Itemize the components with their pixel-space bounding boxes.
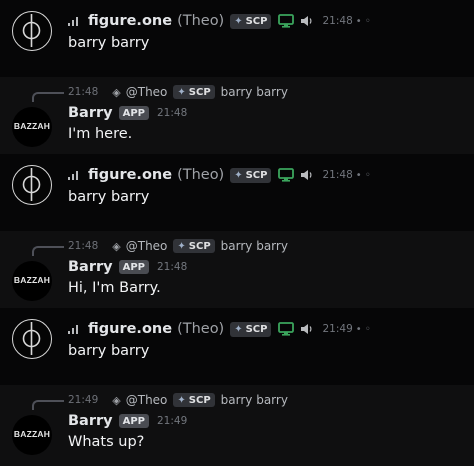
timestamp: 21:49: [157, 415, 188, 427]
username[interactable]: figure.one: [88, 321, 172, 337]
timestamp: 21:48: [322, 15, 353, 27]
monitor-icon: [278, 14, 295, 28]
nickname: (Theo): [177, 167, 225, 183]
guild-tag[interactable]: ✦ SCP: [230, 167, 272, 183]
nickname: (Theo): [177, 321, 225, 337]
avatar[interactable]: BAZZAH: [12, 415, 52, 455]
guild-tag[interactable]: ✦ SCP: [173, 239, 215, 253]
app-badge: APP: [118, 106, 149, 120]
monitor-icon: [278, 168, 295, 182]
guild-tag-label: SCP: [188, 86, 211, 98]
message-content: I'm here.: [68, 126, 133, 142]
speaker-icon: [301, 170, 312, 180]
message-item[interactable]: 21:49 ◈ @Theo ✦ SCP barry barry BAZZAH Ba…: [0, 385, 474, 466]
avatar[interactable]: BAZZAH: [12, 261, 52, 301]
signal-bars-icon: [68, 170, 80, 180]
reply-timestamp: 21:48: [68, 240, 99, 252]
signal-bars-icon: [68, 324, 80, 334]
message-item[interactable]: figure.one (Theo) ✦ SCP 21:49 • ◦ barry b…: [0, 308, 474, 385]
timestamp: 21:48: [157, 261, 188, 273]
reply-mention[interactable]: @Theo: [126, 393, 168, 407]
diamond-gem-icon: ✦: [234, 169, 243, 181]
username[interactable]: Barry: [68, 413, 113, 429]
figure-logo-icon: [22, 168, 41, 201]
reply-preview[interactable]: 21:48 ◈ @Theo ✦ SCP barry barry: [32, 238, 288, 254]
reply-diamond-icon: ◈: [112, 239, 121, 253]
reply-preview[interactable]: 21:48 ◈ @Theo ✦ SCP barry barry: [32, 84, 288, 100]
username[interactable]: Barry: [68, 105, 113, 121]
message-item[interactable]: 21:48 ◈ @Theo ✦ SCP barry barry BAZZAH Ba…: [0, 77, 474, 154]
avatar[interactable]: BAZZAH: [12, 107, 52, 147]
guild-tag[interactable]: ✦ SCP: [230, 321, 272, 337]
speaker-icon: [301, 324, 312, 334]
reply-diamond-icon: ◈: [112, 85, 121, 99]
diamond-gem-icon: ✦: [177, 240, 186, 252]
message-content: barry barry: [68, 189, 150, 205]
figure-logo-icon: [22, 14, 41, 47]
app-badge: APP: [118, 414, 149, 428]
diamond-gem-icon: ✦: [177, 86, 186, 98]
reply-timestamp: 21:49: [68, 394, 99, 406]
avatar[interactable]: [12, 319, 52, 359]
diamond-gem-icon: ✦: [234, 15, 243, 27]
guild-tag-label: SCP: [188, 240, 211, 252]
reply-preview[interactable]: 21:49 ◈ @Theo ✦ SCP barry barry: [32, 392, 288, 408]
message-content: Hi, I'm Barry.: [68, 280, 161, 296]
status-dot-icon: • ◦: [355, 323, 371, 335]
guild-tag-label: SCP: [245, 323, 268, 335]
message-item[interactable]: figure.one (Theo) ✦ SCP 21:48 • ◦ barry b…: [0, 154, 474, 231]
app-badge: APP: [118, 260, 149, 274]
reply-diamond-icon: ◈: [112, 393, 121, 407]
monitor-icon: [278, 322, 295, 336]
avatar-logo-text: BAZZAH: [13, 429, 51, 439]
timestamp: 21:48: [157, 107, 188, 119]
message-content: barry barry: [68, 35, 150, 51]
diamond-gem-icon: ✦: [177, 394, 186, 406]
speaker-icon: [301, 16, 312, 26]
reply-text: barry barry: [220, 85, 288, 99]
reply-mention[interactable]: @Theo: [126, 239, 168, 253]
status-dot-icon: • ◦: [355, 169, 371, 181]
figure-logo-icon: [22, 322, 41, 355]
signal-bars-icon: [68, 16, 80, 26]
status-dot-icon: • ◦: [355, 15, 371, 27]
timestamp: 21:48: [322, 169, 353, 181]
avatar[interactable]: [12, 11, 52, 51]
avatar-logo-text: BAZZAH: [13, 121, 51, 131]
guild-tag[interactable]: ✦ SCP: [173, 393, 215, 407]
reply-text: barry barry: [220, 393, 288, 407]
diamond-gem-icon: ✦: [234, 323, 243, 335]
reply-timestamp: 21:48: [68, 86, 99, 98]
guild-tag[interactable]: ✦ SCP: [173, 85, 215, 99]
message-content: barry barry: [68, 343, 150, 359]
username[interactable]: figure.one: [88, 167, 172, 183]
guild-tag-label: SCP: [245, 169, 268, 181]
guild-tag-label: SCP: [188, 394, 211, 406]
username[interactable]: figure.one: [88, 13, 172, 29]
guild-tag-label: SCP: [245, 15, 268, 27]
message-item[interactable]: 21:48 ◈ @Theo ✦ SCP barry barry BAZZAH Ba…: [0, 231, 474, 308]
reply-mention[interactable]: @Theo: [126, 85, 168, 99]
message-item[interactable]: figure.one (Theo) ✦ SCP 21:48 • ◦ barry b…: [0, 0, 474, 77]
avatar-logo-text: BAZZAH: [13, 275, 51, 285]
timestamp: 21:49: [322, 323, 353, 335]
guild-tag[interactable]: ✦ SCP: [230, 13, 272, 29]
reply-text: barry barry: [220, 239, 288, 253]
message-content: Whats up?: [68, 434, 145, 450]
username[interactable]: Barry: [68, 259, 113, 275]
avatar[interactable]: [12, 165, 52, 205]
nickname: (Theo): [177, 13, 225, 29]
